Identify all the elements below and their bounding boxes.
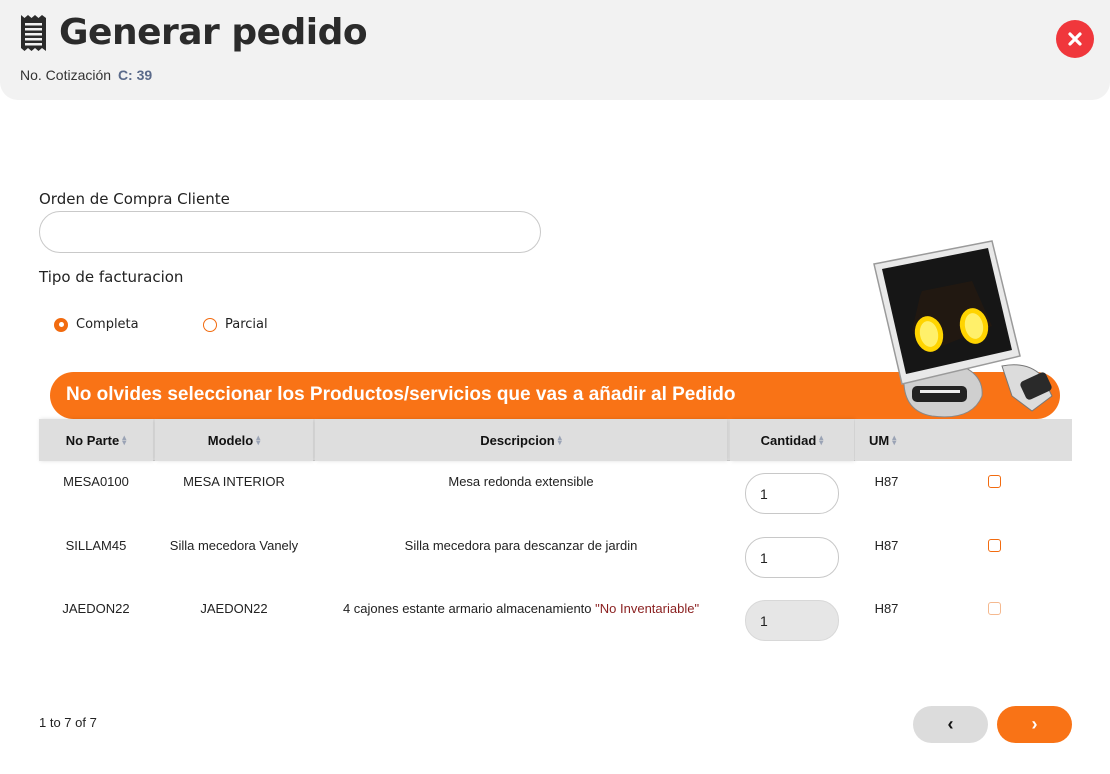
cell-model: JAEDON22 <box>200 601 268 616</box>
table-header: No Parte ▴ ▾ Modelo ▴ ▾ Descripcion ▴ ▾ Cantid… <box>39 419 1072 461</box>
cell-description: Silla mecedora para descanzar de jardin <box>315 538 727 553</box>
quantity-input[interactable] <box>745 537 839 578</box>
close-icon <box>1068 32 1082 46</box>
oc-input[interactable] <box>39 211 541 253</box>
cell-description: 4 cajones estante armario almacenamiento… <box>315 601 727 616</box>
col-header-label: Descripcion <box>480 432 555 448</box>
sort-icon: ▴ ▾ <box>122 433 127 447</box>
quote-number: No. Cotización C: 39 <box>20 67 152 83</box>
cell-model: MESA INTERIOR <box>183 474 285 489</box>
cell-um: H87 <box>874 538 899 553</box>
chevron-right-icon: › <box>1031 714 1038 734</box>
pagination-info: 1 to 7 of 7 <box>39 715 97 730</box>
col-header-descripcion[interactable]: Descripcion ▴ ▾ <box>315 419 727 461</box>
row-select-checkbox[interactable] <box>988 539 1001 552</box>
chevron-left-icon: ‹ <box>947 714 954 734</box>
col-header-um[interactable]: UM ▴ ▾ <box>855 419 1072 461</box>
description-text: 4 cajones estante armario almacenamiento <box>342 601 592 616</box>
col-header-no-parte[interactable]: No Parte ▴ ▾ <box>39 419 153 461</box>
quote-label: No. Cotización <box>20 67 112 83</box>
radio-dot[interactable] <box>203 317 217 332</box>
sort-icon: ▴ ▾ <box>892 433 897 447</box>
cell-um: H87 <box>874 601 899 616</box>
description-text: Mesa redonda extensible <box>448 474 594 489</box>
sort-icon: ▴ ▾ <box>256 433 261 447</box>
next-page-button[interactable]: › <box>997 706 1072 743</box>
oc-label: Orden de Compra Cliente <box>39 190 230 208</box>
row-select-checkbox <box>988 602 1001 615</box>
quote-value: C: 39 <box>117 67 153 83</box>
billing-type-label: Tipo de facturacion <box>39 268 184 286</box>
cell-description: Mesa redonda extensible <box>315 474 727 489</box>
cell-part: JAEDON22 <box>62 601 130 616</box>
page-header: Generar pedido No. Cotización C: 39 <box>0 0 1110 100</box>
non-inventory-note: "No Inventariable" <box>595 601 700 616</box>
cell-part: MESA0100 <box>63 474 129 489</box>
cell-model: Silla mecedora Vanely <box>169 538 299 553</box>
row-select-checkbox[interactable] <box>988 475 1001 488</box>
cell-part: SILLAM45 <box>65 538 127 553</box>
radio-label: Parcial <box>225 317 268 332</box>
prev-page-button[interactable]: ‹ <box>913 706 988 743</box>
quantity-input[interactable] <box>745 473 839 514</box>
col-header-label: Modelo <box>207 432 254 448</box>
col-header-label: No Parte <box>65 432 120 448</box>
receipt-icon <box>21 14 46 51</box>
sort-icon: ▴ ▾ <box>557 433 562 447</box>
radio-label: Completa <box>76 317 139 332</box>
col-header-modelo[interactable]: Modelo ▴ ▾ <box>155 419 313 461</box>
col-header-label: UM <box>869 432 890 448</box>
title-wrap: Generar pedido <box>20 12 368 53</box>
radio-completa[interactable]: Completa <box>54 317 139 332</box>
col-header-cantidad[interactable]: Cantidad ▴ ▾ <box>730 419 854 461</box>
radio-dot[interactable] <box>54 317 68 332</box>
sort-icon: ▴ ▾ <box>819 433 824 447</box>
cell-um: H87 <box>874 474 899 489</box>
description-text: Silla mecedora para descanzar de jardin <box>404 538 638 553</box>
quantity-input <box>745 600 839 641</box>
col-header-label: Cantidad <box>760 432 817 448</box>
banner-text: No olvides seleccionar los Productos/ser… <box>66 384 736 405</box>
page-title: Generar pedido <box>59 12 368 53</box>
robot-mascot <box>873 240 1053 418</box>
close-button[interactable] <box>1056 20 1094 58</box>
radio-parcial[interactable]: Parcial <box>203 317 268 332</box>
